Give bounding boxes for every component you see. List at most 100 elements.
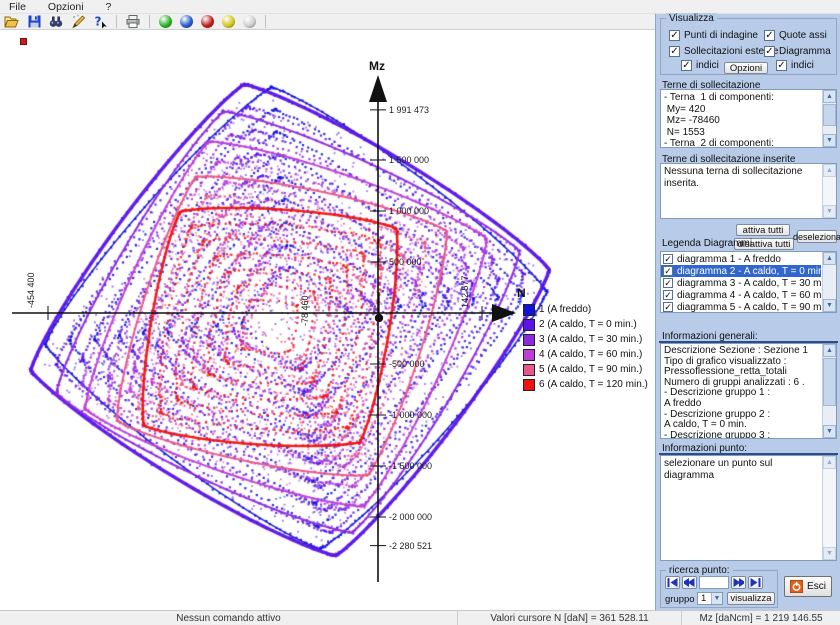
ricerca-punto-title: ricerca punto: [666, 565, 733, 576]
checkbox-icon[interactable]: ✓ [669, 30, 680, 41]
checkbox-icon[interactable]: ✓ [663, 290, 673, 300]
scroll-up-icon[interactable]: ▲ [823, 344, 836, 357]
save-icon[interactable] [25, 14, 43, 29]
checkbox-icon[interactable]: ✓ [663, 302, 673, 312]
checkbox-sollecitazioni-esterne[interactable]: ✓Sollecitazioni esterne [669, 46, 779, 57]
help-icon[interactable]: ? [91, 14, 109, 29]
terne-inserite-scrollbar[interactable]: ▲ ▼ [822, 164, 836, 218]
status-cursor-n: Valori cursore N [daN] = 361 528.11 [458, 611, 682, 625]
y-tick-label: -2 280 521 [389, 541, 432, 551]
toolbar-separator [149, 15, 150, 28]
y-tick-label: 1 500 000 [389, 155, 429, 165]
checkbox-icon[interactable]: ✓ [764, 30, 775, 41]
legenda-list-item-3[interactable]: ✓diagramma 3 - A caldo, T = 30 min. [661, 277, 821, 289]
chart-area[interactable]: Mz N 1 991 4731 500 0001 000 000500 000-… [0, 30, 655, 610]
info-generali-textbox[interactable]: Descrizione Sezione : Sezione 1Tipo di g… [660, 343, 837, 439]
attiva-tutti-button[interactable]: attiva tutti [736, 224, 790, 236]
list-item-label: diagramma 5 - A caldo, T = 90 min. [677, 302, 832, 313]
info-generali-scrollbar[interactable]: ▲ ▼ [822, 344, 836, 438]
terne-textbox[interactable]: - Terna 1 di componenti: My= 420 Mz= -78… [660, 89, 837, 148]
ball-green-icon[interactable] [159, 15, 172, 28]
text-line: - Terna 1 di componenti: [664, 92, 819, 104]
toolbar-separator [265, 15, 266, 28]
text-line: Descrizione Sezione : Sezione 1 [664, 346, 819, 357]
gruppo-select[interactable]: 1 ▼ [697, 592, 723, 605]
find-icon[interactable] [47, 14, 65, 29]
nav-first-button[interactable] [665, 576, 680, 589]
open-folder-icon[interactable] [3, 14, 21, 29]
side-panel: Visualizza ✓Punti di indagine✓Quote assi… [655, 14, 840, 610]
app-window: FileOpzioni? ? Mz N 1 991 4731 500 0001 … [0, 0, 840, 625]
scroll-down-icon[interactable]: ▼ [823, 205, 836, 218]
y-tick-label: 1 991 473 [389, 105, 429, 115]
checkbox-diagramma[interactable]: ✓Diagramma [764, 46, 831, 57]
toolbar-separator [116, 15, 117, 28]
scroll-up-icon[interactable]: ▲ [823, 90, 836, 103]
scroll-down-icon[interactable]: ▼ [823, 134, 836, 147]
nav-last-button[interactable] [748, 576, 763, 589]
checkbox-icon[interactable]: ✓ [681, 60, 692, 71]
print-icon[interactable] [124, 14, 142, 29]
ball-yellow-icon[interactable] [222, 15, 235, 28]
legenda-scrollbar[interactable]: ▲ ▼ [822, 252, 836, 312]
scroll-thumb[interactable] [823, 358, 836, 406]
scroll-thumb[interactable] [823, 104, 836, 126]
n-axis-label: N [517, 286, 526, 300]
power-icon [790, 580, 803, 593]
checkbox-label: Punti di indagine [684, 30, 758, 41]
checkbox-label: indici [696, 60, 719, 71]
text-line: - Terna 2 di componenti: [664, 138, 819, 148]
checkbox-indici-diagramma[interactable]: ✓indici [776, 60, 814, 71]
menu-bar: File Opzioni? [0, 0, 840, 14]
scroll-up-icon[interactable]: ▲ [823, 456, 836, 469]
legenda-list-item-1[interactable]: ✓diagramma 1 - A freddo [661, 253, 821, 265]
chart-legend: 1 (A freddo)2 (A caldo, T = 0 min.)3 (A … [523, 303, 648, 391]
checkbox-icon[interactable]: ✓ [669, 46, 680, 57]
visualizza-groupbox: Visualizza ✓Punti di indagine✓Quote assi… [660, 18, 837, 75]
legenda-list-item-4[interactable]: ✓diagramma 4 - A caldo, T = 60 min. [661, 289, 821, 301]
esci-button[interactable]: Esci [784, 576, 832, 597]
opzioni-button[interactable]: Opzioni [724, 62, 768, 74]
scroll-down-icon[interactable]: ▼ [823, 547, 836, 560]
ball-gray-icon[interactable] [243, 15, 256, 28]
nav-prev-button[interactable] [682, 576, 697, 589]
terne-scrollbar[interactable]: ▲ ▼ [822, 90, 836, 147]
menu-help[interactable]: ? [103, 1, 115, 13]
chart-legend-item: 6 (A caldo, T = 120 min.) [523, 378, 648, 391]
checkbox-indici-sollecitazioni[interactable]: ✓ indici [681, 60, 719, 71]
ball-blue-icon[interactable] [180, 15, 193, 28]
visualizza-button[interactable]: visualizza [727, 592, 775, 605]
text-line: My= 420 [664, 104, 819, 116]
ball-red-icon[interactable] [201, 15, 214, 28]
status-bar: Nessun comando attivo Valori cursore N [… [0, 610, 840, 625]
checkbox-quote-assi[interactable]: ✓Quote assi [764, 30, 827, 41]
legenda-list-item-2[interactable]: ✓diagramma 2 - A caldo, T = 0 min. [661, 265, 821, 277]
edit-icon[interactable] [69, 14, 87, 29]
nav-next-button[interactable] [731, 576, 746, 589]
checkbox-punti-di-indagine[interactable]: ✓ Punti di indagine [669, 30, 758, 41]
checkbox-icon[interactable]: ✓ [764, 46, 775, 57]
chevron-down-icon[interactable]: ▼ [711, 593, 722, 604]
scroll-up-icon[interactable]: ▲ [823, 252, 836, 265]
info-punto-textbox[interactable]: selezionare un punto sul diagramma ▲ ▼ [660, 455, 837, 561]
info-punto-scrollbar[interactable]: ▲ ▼ [822, 456, 836, 560]
menu-file[interactable]: File [6, 1, 29, 13]
checkbox-icon[interactable]: ✓ [663, 278, 673, 288]
checkbox-icon[interactable]: ✓ [776, 60, 787, 71]
terne-inserite-textbox[interactable]: Nessuna terna di sollecitazione inserita… [660, 163, 837, 219]
list-item-label: diagramma 2 - A caldo, T = 0 min. [677, 266, 826, 277]
checkbox-icon[interactable]: ✓ [663, 266, 673, 276]
menu-opzioni[interactable]: Opzioni [45, 1, 87, 13]
legend-label: 2 (A caldo, T = 0 min.) [539, 319, 637, 330]
scroll-down-icon[interactable]: ▼ [823, 425, 836, 438]
gruppo-label: gruppo [665, 594, 695, 605]
checkbox-icon[interactable]: ✓ [663, 254, 673, 264]
punto-index-input[interactable] [699, 576, 729, 589]
scroll-down-icon[interactable]: ▼ [823, 299, 836, 312]
text-line: Nessuna terna di sollecitazione inserita… [664, 166, 819, 189]
chart-legend-item: 3 (A caldo, T = 30 min.) [523, 333, 648, 346]
legenda-list-item-5[interactable]: ✓diagramma 5 - A caldo, T = 90 min. [661, 301, 821, 313]
legenda-list[interactable]: ✓diagramma 1 - A freddo✓diagramma 2 - A … [660, 251, 837, 313]
deseleziona-button[interactable]: deseleziona [797, 230, 837, 243]
scroll-up-icon[interactable]: ▲ [823, 164, 836, 177]
